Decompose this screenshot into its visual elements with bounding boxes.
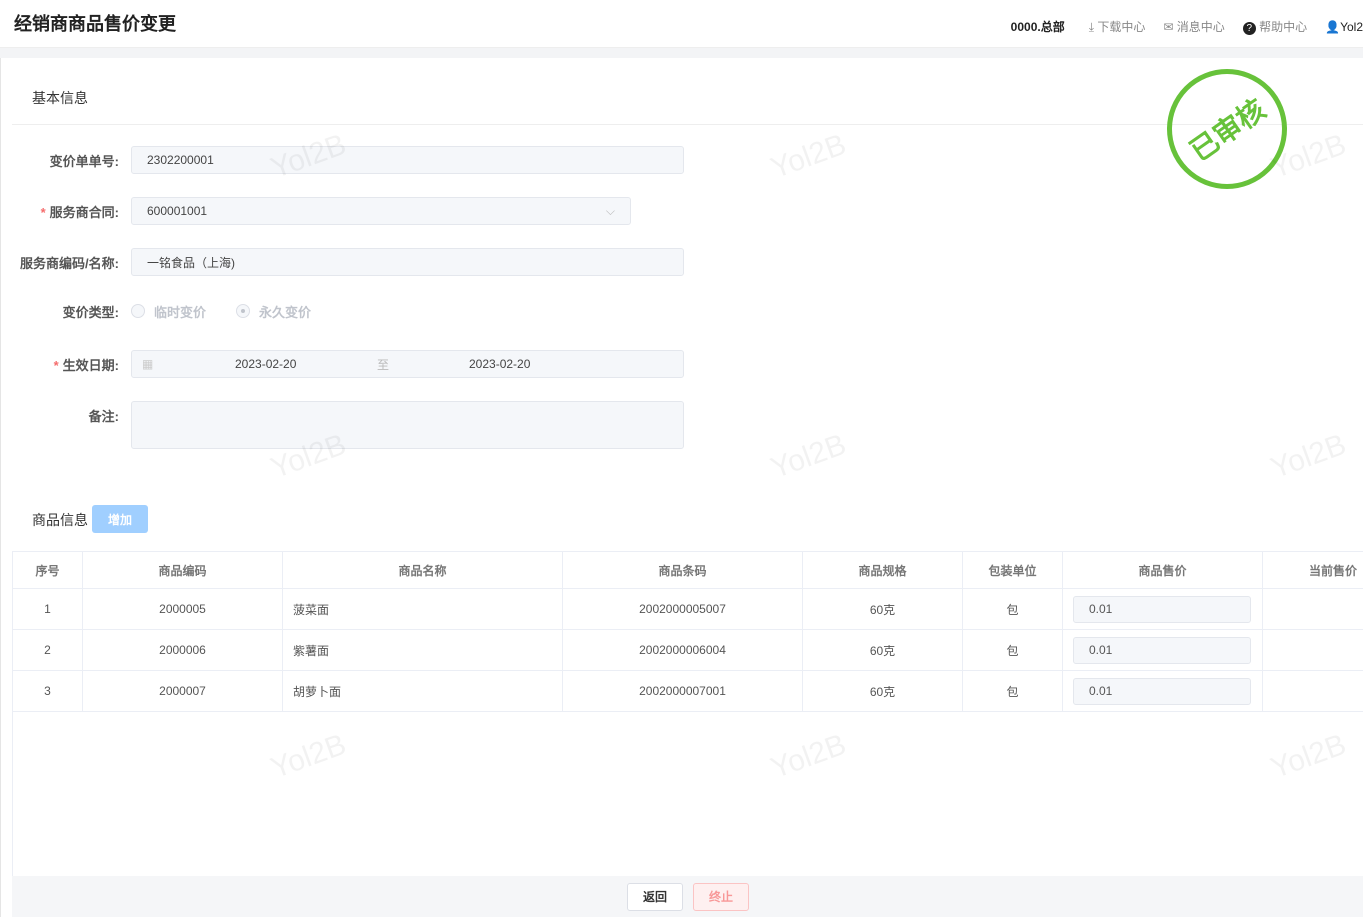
col-code: 商品编码 — [82, 551, 283, 589]
contract-select[interactable]: 600001001 ⌵ — [131, 197, 631, 225]
col-barcode: 商品条码 — [562, 551, 803, 589]
basic-info-title: 基本信息 — [32, 90, 88, 106]
cell-spec: 60克 — [802, 629, 963, 671]
price-input[interactable]: 0.01 — [1073, 595, 1251, 623]
col-index: 序号 — [12, 551, 83, 589]
back-button[interactable]: 返回 — [627, 882, 683, 911]
date-range-picker[interactable]: ▦ 2023-02-20 至 2023-02-20 — [131, 350, 684, 378]
table-row: 3 2000007 胡萝卜面 2002000007001 60克包 0.01 — [12, 670, 1363, 712]
cell-unit: 包 — [962, 670, 1063, 712]
cell-price: 0.01 — [1062, 670, 1263, 712]
cell-barcode: 2002000007001 — [562, 670, 803, 712]
price-input[interactable]: 0.01 — [1073, 677, 1251, 705]
cell-current-price — [1262, 629, 1363, 671]
col-spec: 商品规格 — [802, 551, 963, 589]
cell-index: 2 — [12, 629, 83, 671]
cell-code: 2000007 — [82, 670, 283, 712]
user-icon: 👤 — [1325, 19, 1341, 34]
radio-temporary[interactable]: 临时变价 — [131, 302, 206, 321]
provider-label: 服务商编码/名称: — [20, 255, 119, 271]
date-separator: 至 — [377, 357, 390, 372]
cell-code: 2000005 — [82, 588, 283, 630]
goods-info-title: 商品信息 — [32, 512, 88, 528]
calendar-icon: ▦ — [142, 357, 154, 371]
help-center-link[interactable]: ? 帮助中心 — [1242, 18, 1307, 35]
user-menu[interactable]: 👤Yol2 — [1325, 20, 1363, 34]
cell-code: 2000006 — [82, 629, 283, 671]
cell-name: 胡萝卜面 — [282, 670, 563, 712]
cell-unit: 包 — [962, 588, 1063, 630]
add-goods-button[interactable]: 增加 — [92, 505, 148, 533]
download-center-link[interactable]: ⤓ 下载中心 — [1089, 18, 1146, 35]
order-no-field[interactable]: 2302200001 — [131, 146, 684, 174]
cell-current-price — [1262, 588, 1363, 630]
col-unit: 包装单位 — [962, 551, 1063, 589]
approved-stamp: 已审核 — [1167, 69, 1287, 189]
help-icon: ? — [1242, 22, 1256, 35]
date-label: 生效日期: — [62, 357, 119, 373]
date-end[interactable]: 2023-02-20 — [469, 357, 530, 371]
cell-spec: 60克 — [802, 670, 963, 712]
remark-label: 备注: — [88, 409, 119, 424]
cell-price: 0.01 — [1062, 629, 1263, 671]
org-name[interactable]: 0000.总部 — [1011, 18, 1065, 35]
footer-bar: 返回 终止 — [12, 876, 1363, 917]
table-row: 2 2000006 紫薯面 2002000006004 60克包 0.01 — [12, 629, 1363, 671]
provider-field[interactable]: 一铭食品（上海) — [131, 248, 684, 276]
radio-permanent[interactable]: 永久变价 — [236, 302, 311, 321]
date-start[interactable]: 2023-02-20 — [235, 357, 296, 371]
cell-index: 3 — [12, 670, 83, 712]
goods-table: 序号 商品编码 商品名称 商品条码 商品规格 包装单位 商品售价 当前售价 12… — [12, 551, 1363, 712]
cell-unit: 包 — [962, 629, 1063, 671]
cell-spec: 60克 — [802, 588, 963, 630]
cell-index: 1 — [12, 588, 83, 630]
cell-barcode: 2002000005007 — [562, 588, 803, 630]
col-name: 商品名称 — [282, 551, 563, 589]
top-bar: 经销商商品售价变更 0000.总部 ⤓ 下载中心 ✉ 消息中心 ? 帮助中心 👤… — [0, 0, 1363, 48]
col-price: 商品售价 — [1062, 551, 1263, 589]
form-card: 基本信息 变价单单号: 2302200001 * 服务商合同: 600001001… — [0, 58, 1363, 917]
cell-price: 0.01 — [1062, 588, 1263, 630]
order-no-label: 变价单单号: — [49, 153, 119, 169]
message-center-link[interactable]: ✉ 消息中心 — [1163, 18, 1224, 35]
cell-current-price — [1262, 670, 1363, 712]
remark-textarea[interactable] — [131, 401, 684, 449]
terminate-button[interactable]: 终止 — [693, 882, 749, 911]
page-title: 经销商商品售价变更 — [14, 14, 176, 34]
mail-icon: ✉ — [1163, 20, 1177, 34]
col-current-price: 当前售价 — [1262, 551, 1363, 589]
cell-barcode: 2002000006004 — [562, 629, 803, 671]
cell-name: 紫薯面 — [282, 629, 563, 671]
type-label: 变价类型: — [62, 304, 119, 320]
cell-name: 菠菜面 — [282, 588, 563, 630]
chevron-down-icon: ⌵ — [605, 203, 615, 218]
table-row: 1 2000005 菠菜面 2002000005007 60克包 0.01 — [12, 588, 1363, 630]
contract-label: 服务商合同: — [49, 204, 119, 220]
price-input[interactable]: 0.01 — [1073, 636, 1251, 664]
